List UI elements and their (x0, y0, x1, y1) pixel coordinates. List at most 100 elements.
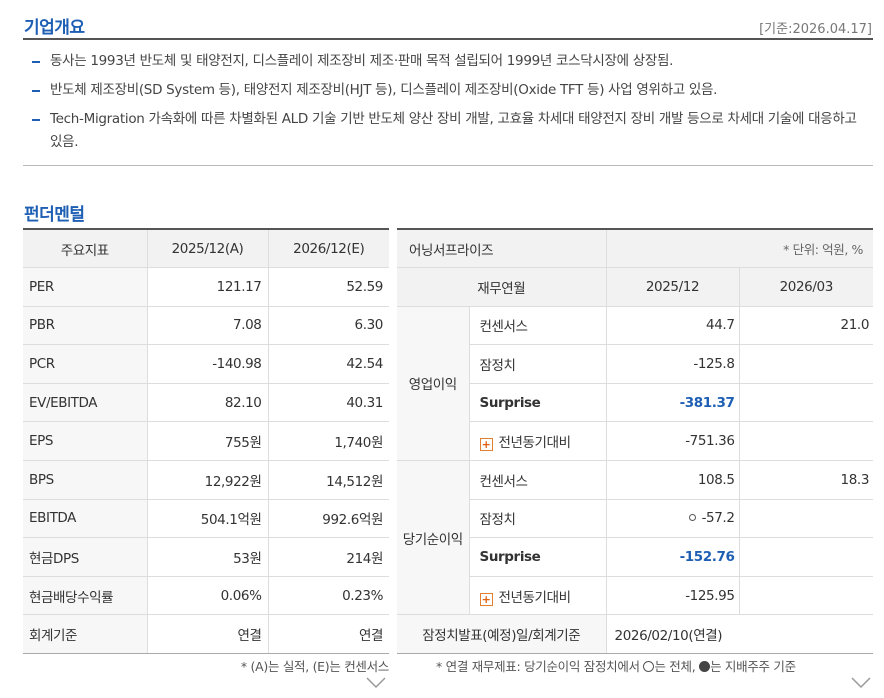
yoy-row-label[interactable]: + 전년동기대비 (469, 576, 607, 616)
cell-value (739, 344, 874, 384)
row-label: 컨센서스 (469, 306, 607, 346)
surprise-value: -381.37 (606, 383, 740, 423)
cell-value: 18.3 (739, 460, 874, 500)
plus-icon[interactable]: + (479, 438, 493, 452)
group-net-income: 당기순이익 (397, 460, 470, 616)
table-row: EV/EBITDA 82.10 40.31 (23, 383, 389, 423)
row-label: EPS (23, 421, 148, 462)
table-row: EBITDA 504.1억원 992.6억원 (23, 499, 389, 539)
col-header: 주요지표 (23, 229, 148, 269)
table-row: PBR 7.08 6.30 (23, 306, 389, 346)
footer-value: 2026/02/10(연결) (606, 614, 874, 655)
cell-actual: 연결 (147, 614, 269, 655)
plus-icon[interactable]: + (479, 592, 493, 606)
cell-estimate: 214원 (268, 537, 389, 577)
cell-actual: 504.1억원 (147, 499, 269, 539)
cell-actual: -140.98 (147, 344, 269, 384)
table-row: BPS 12,922원 14,512원 (23, 460, 389, 500)
earnings-title: 어닝서프라이즈 (397, 229, 607, 269)
cell-value (739, 499, 874, 539)
table-row: 현금배당수익률 0.06% 0.23% (23, 576, 389, 616)
table-row: 잠정치 -125.8 (397, 344, 874, 384)
chevron-down-icon[interactable] (850, 676, 872, 690)
cell-estimate: 992.6억원 (268, 499, 389, 539)
col-header: 2025/12(A) (147, 229, 269, 269)
overview-bullet: Tech-Migration 가속화에 따른 차별화된 ALD 기술 기반 반도… (30, 108, 870, 154)
table-header-row: 주요지표 2025/12(A) 2026/12(E) (23, 229, 389, 269)
row-label: 현금배당수익률 (23, 576, 148, 616)
row-label: 전년동기대비 (498, 435, 572, 452)
cell-value (739, 421, 874, 462)
base-date: [기준:2026.04.17] (759, 22, 872, 37)
overview-bullet: 반도체 제조장비(SD System 등), 태양전지 제조장비(HJT 등),… (30, 79, 870, 102)
circle-outline-icon (643, 661, 655, 672)
row-label: 잠정치 (469, 344, 607, 384)
row-label: 잠정치 (469, 499, 607, 539)
cell-actual: 12,922원 (147, 460, 269, 500)
cell-value: -125.95 (606, 576, 740, 616)
note-prefix: * 연결 재무제표: 당기순이익 잠정치에서 (436, 659, 644, 674)
cell-value: 108.5 (606, 460, 740, 500)
earnings-title-row: 어닝서프라이즈 * 단위: 억원, % (397, 229, 874, 269)
row-label: 전년동기대비 (498, 589, 572, 606)
table-row: Surprise -152.76 (397, 537, 874, 577)
cell-estimate: 40.31 (268, 383, 389, 423)
table-header-row: 재무연월 2025/12 2026/03 (397, 267, 874, 307)
cell-estimate: 연결 (268, 614, 389, 655)
earnings-surprise-table: 어닝서프라이즈 * 단위: 억원, % 재무연월 2025/12 2026/03… (397, 228, 874, 655)
row-label: 회계기준 (23, 614, 148, 655)
table-row: + 전년동기대비 -751.36 (397, 421, 874, 462)
chevron-down-icon[interactable] (365, 676, 387, 690)
table-row: 회계기준 연결 연결 (23, 614, 389, 655)
fundamental-title: 펀더멘털 (24, 205, 85, 225)
cell-value: -751.36 (606, 421, 740, 462)
table-row: PCR -140.98 42.54 (23, 344, 389, 384)
note-suffix: 는 지배주주 기준 (710, 659, 796, 674)
overview-bullets: 동사는 1993년 반도체 및 태양전지, 디스플레이 제조장비 제조·판매 목… (30, 50, 870, 160)
cell-value: 44.7 (606, 306, 740, 346)
cell-value: 21.0 (739, 306, 874, 346)
col-header: 재무연월 (397, 267, 607, 307)
row-label: Surprise (469, 383, 607, 423)
cell-value (739, 576, 874, 616)
row-label: PCR (23, 344, 148, 384)
cell-value (739, 383, 874, 423)
yoy-row-label[interactable]: + 전년동기대비 (469, 421, 607, 462)
circle-outline-icon (688, 514, 696, 522)
col-header: 2025/12 (606, 267, 740, 307)
surprise-value: -152.76 (606, 537, 740, 577)
row-label: EBITDA (23, 499, 148, 539)
indicators-note: * (A)는 실적, (E)는 컨센서스 (240, 659, 389, 674)
earnings-note: * 연결 재무제표: 당기순이익 잠정치에서 는 전체, 는 지배주주 기준 (436, 656, 796, 675)
cell-estimate: 52.59 (268, 267, 389, 307)
cell-value: -125.8 (606, 344, 740, 384)
table-row: 잠정치 -57.2 (397, 499, 874, 539)
col-header: 2026/12(E) (268, 229, 389, 269)
table-row: 현금DPS 53원 214원 (23, 537, 389, 577)
cell-actual: 121.17 (147, 267, 269, 307)
cell-estimate: 1,740원 (268, 421, 389, 462)
cell-estimate: 42.54 (268, 344, 389, 384)
cell-estimate: 0.23% (268, 576, 389, 616)
cell-actual: 755원 (147, 421, 269, 462)
row-label: PBR (23, 306, 148, 346)
col-header: 2026/03 (739, 267, 874, 307)
overview-bullet: 동사는 1993년 반도체 및 태양전지, 디스플레이 제조장비 제조·판매 목… (30, 50, 870, 73)
table-row: 영업이익 컨센서스 44.7 21.0 (397, 306, 874, 462)
cell-value-text: -57.2 (701, 510, 735, 527)
table-row: + 전년동기대비 -125.95 (397, 576, 874, 616)
row-label: EV/EBITDA (23, 383, 148, 423)
row-label: Surprise (469, 537, 607, 577)
table-row: Surprise -381.37 (397, 383, 874, 423)
circle-filled-icon (699, 661, 711, 672)
cell-actual: 7.08 (147, 306, 269, 346)
table-row: 잠정치발표(예정)일/회계기준 2026/02/10(연결) (397, 614, 874, 655)
cell-actual: 0.06% (147, 576, 269, 616)
overview-top-rule (23, 38, 873, 40)
overview-bottom-rule (23, 165, 873, 166)
footer-label: 잠정치발표(예정)일/회계기준 (397, 614, 607, 655)
cell-actual: 82.10 (147, 383, 269, 423)
row-label: PER (23, 267, 148, 307)
overview-title: 기업개요 (24, 18, 85, 38)
indicators-table: 주요지표 2025/12(A) 2026/12(E) PER 121.17 52.5… (23, 228, 389, 655)
